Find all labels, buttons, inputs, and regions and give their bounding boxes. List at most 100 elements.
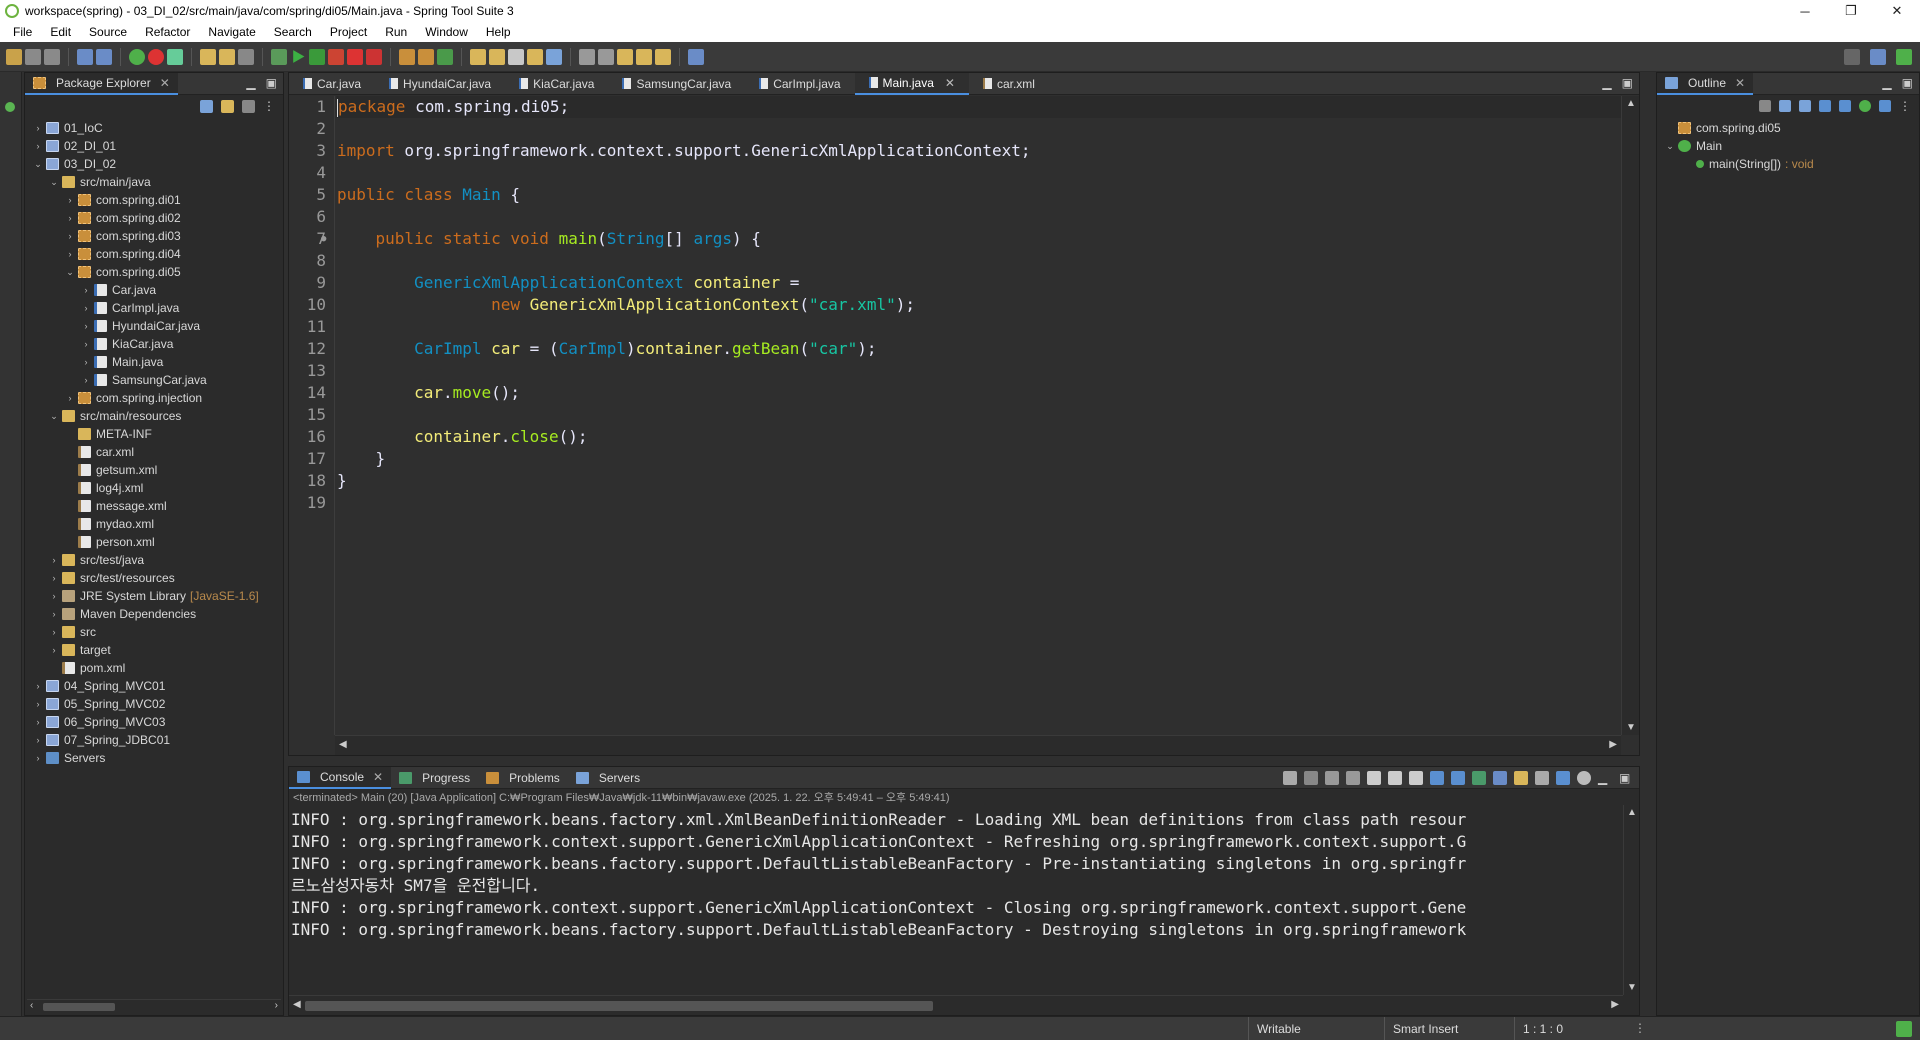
- clear-console-icon[interactable]: [1367, 771, 1381, 785]
- chevron-right-icon[interactable]: ›: [49, 591, 59, 601]
- remove-launch-icon[interactable]: [1325, 771, 1339, 785]
- chevron-down-icon[interactable]: ⌄: [33, 159, 43, 170]
- minimize-editor-icon[interactable]: ▁: [1602, 76, 1611, 90]
- stop-icon[interactable]: [148, 48, 164, 65]
- chevron-down-icon[interactable]: ⌄: [49, 177, 59, 188]
- link-with-editor-icon[interactable]: [221, 99, 234, 113]
- tree-item[interactable]: › KiaCar.java: [81, 335, 174, 353]
- new-java-project-icon[interactable]: [399, 48, 415, 65]
- close-icon[interactable]: ✕: [160, 76, 170, 90]
- tree-item[interactable]: › Car.java: [81, 281, 157, 299]
- word-wrap-icon[interactable]: [1409, 771, 1423, 785]
- open-console-icon[interactable]: [1514, 771, 1528, 785]
- maximize-panel-icon[interactable]: ▣: [1619, 771, 1633, 785]
- hide-fields-icon[interactable]: [1819, 100, 1831, 112]
- editor-tab[interactable]: car.xml: [969, 73, 1049, 95]
- scroll-left-icon[interactable]: ◀: [293, 999, 301, 1010]
- chevron-right-icon[interactable]: ›: [81, 285, 91, 295]
- console-hscroll[interactable]: ◀ ▶: [289, 995, 1623, 1015]
- globe-icon[interactable]: [546, 48, 562, 65]
- open-perspective-icon[interactable]: [1870, 49, 1886, 65]
- menu-navigate[interactable]: Navigate: [199, 25, 264, 39]
- boot-dashboard-icon[interactable]: [129, 48, 145, 65]
- tree-item[interactable]: ⌄ 03_DI_02: [33, 155, 116, 173]
- tree-item[interactable]: › src: [49, 623, 97, 641]
- editor-hscroll[interactable]: ◀ ▶: [335, 735, 1621, 755]
- refresh-icon[interactable]: [1283, 771, 1297, 785]
- sort-icon[interactable]: [1799, 100, 1811, 112]
- chevron-right-icon[interactable]: ›: [49, 627, 59, 637]
- tree-item[interactable]: › com.spring.di04: [65, 245, 181, 263]
- chevron-right-icon[interactable]: ›: [33, 753, 43, 763]
- chevron-right-icon[interactable]: ›: [81, 357, 91, 367]
- tree-item[interactable]: ⌄ src/main/resources: [49, 407, 181, 425]
- folder-icon[interactable]: [527, 48, 543, 65]
- close-icon[interactable]: ✕: [373, 770, 383, 784]
- run-icon[interactable]: [293, 50, 305, 63]
- quick-access-search-icon[interactable]: [1844, 49, 1860, 65]
- tree-item[interactable]: car.xml: [65, 443, 134, 461]
- minimize-button[interactable]: ─: [1782, 0, 1828, 22]
- chevron-right-icon[interactable]: ›: [65, 231, 75, 241]
- tree-item[interactable]: mydao.xml: [65, 515, 154, 533]
- tree-item[interactable]: › Maven Dependencies: [49, 605, 197, 623]
- external-tools-icon[interactable]: [328, 48, 344, 65]
- chevron-right-icon[interactable]: ›: [33, 717, 43, 727]
- tree-item[interactable]: META-INF: [65, 425, 152, 443]
- tree-item[interactable]: › Servers: [33, 749, 106, 767]
- hide-non-public-icon[interactable]: [1859, 100, 1871, 112]
- chevron-right-icon[interactable]: ›: [49, 573, 59, 583]
- pin-editor-icon[interactable]: [688, 48, 704, 65]
- console-output[interactable]: INFO : org.springframework.beans.factory…: [289, 805, 1623, 995]
- tab-problems[interactable]: Problems: [478, 767, 568, 789]
- tree-item[interactable]: ⌄ src/main/java: [49, 173, 150, 191]
- tree-item[interactable]: › target: [49, 641, 111, 659]
- outline-item[interactable]: ⌄ Main: [1665, 137, 1722, 155]
- menu-source[interactable]: Source: [80, 25, 136, 39]
- scroll-lock-icon[interactable]: [1388, 771, 1402, 785]
- terminate-icon[interactable]: [347, 48, 363, 65]
- menu-refactor[interactable]: Refactor: [136, 25, 199, 39]
- tree-item[interactable]: › CarImpl.java: [81, 299, 180, 317]
- tree-item[interactable]: › com.spring.di02: [65, 209, 181, 227]
- scroll-right-icon[interactable]: ›: [275, 1000, 278, 1011]
- tab-progress[interactable]: Progress: [391, 767, 478, 789]
- maximize-panel-icon[interactable]: ▣: [1902, 76, 1913, 90]
- code-line[interactable]: package com.spring.di05;: [337, 96, 569, 118]
- minimize-panel-icon[interactable]: ▁: [1598, 771, 1612, 785]
- open-task-icon[interactable]: [219, 48, 235, 65]
- save-icon[interactable]: [25, 48, 41, 65]
- code-line[interactable]: new GenericXmlApplicationContext("car.xm…: [337, 294, 915, 316]
- package-explorer-hscroll[interactable]: ‹ ›: [27, 999, 281, 1013]
- ansi-icon[interactable]: [1556, 771, 1570, 785]
- hide-local-types-icon[interactable]: [1879, 100, 1891, 112]
- previous-annotation-icon[interactable]: [598, 48, 614, 65]
- remove-all-terminated-icon[interactable]: [1346, 771, 1360, 785]
- tree-item[interactable]: message.xml: [65, 497, 167, 515]
- tree-item[interactable]: › 06_Spring_MVC03: [33, 713, 166, 731]
- code-line[interactable]: container.close();: [337, 426, 587, 448]
- tree-item[interactable]: getsum.xml: [65, 461, 157, 479]
- view-menu-icon[interactable]: ⋮: [263, 99, 275, 113]
- spring-perspective-icon[interactable]: [1896, 49, 1912, 65]
- close-icon[interactable]: ✕: [1735, 76, 1745, 90]
- display-console-icon[interactable]: [1493, 771, 1507, 785]
- terminal-icon[interactable]: [77, 48, 93, 65]
- scroll-thumb[interactable]: [305, 1001, 933, 1011]
- save-all-icon[interactable]: [44, 48, 60, 65]
- show-on-stdout-icon[interactable]: [1430, 771, 1444, 785]
- chevron-right-icon[interactable]: ›: [49, 555, 59, 565]
- chevron-right-icon[interactable]: ›: [33, 699, 43, 709]
- focus-icon[interactable]: [1759, 100, 1771, 112]
- tree-item[interactable]: person.xml: [65, 533, 155, 551]
- code-line[interactable]: }: [337, 448, 386, 470]
- tree-item[interactable]: ⌄ com.spring.di05: [65, 263, 181, 281]
- next-annotation-icon[interactable]: [579, 48, 595, 65]
- editor-tab[interactable]: KiaCar.java: [505, 73, 608, 95]
- tree-item[interactable]: › src/test/java: [49, 551, 145, 569]
- menu-help[interactable]: Help: [477, 25, 520, 39]
- tab-package-explorer[interactable]: Package Explorer ✕: [25, 72, 178, 95]
- override-marker-icon[interactable]: ●: [321, 228, 326, 250]
- scroll-thumb[interactable]: [43, 1003, 115, 1011]
- chevron-down-icon[interactable]: ⌄: [65, 267, 75, 278]
